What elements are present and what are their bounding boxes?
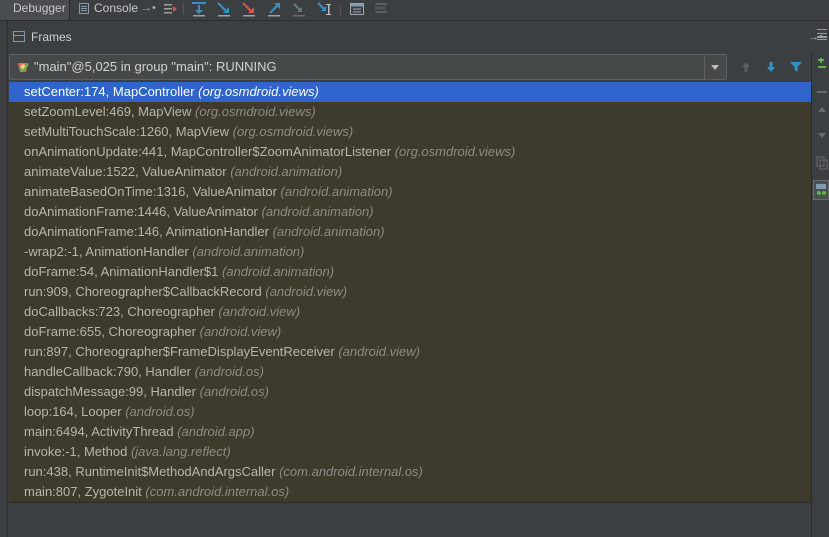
frame-package: (org.osmdroid.views) <box>198 84 319 99</box>
frame-row[interactable]: main:807, ZygoteInit (com.android.intern… <box>9 482 811 502</box>
frame-method: handleCallback:790, Handler <box>24 364 195 379</box>
arrow-up-icon[interactable] <box>738 58 754 76</box>
frame-method: setZoomLevel:469, MapView <box>24 104 196 119</box>
frame-package: (android.animation) <box>222 264 335 279</box>
frame-row[interactable]: doAnimationFrame:146, AnimationHandler (… <box>9 222 811 242</box>
frame-package: (android.animation) <box>280 184 393 199</box>
frame-method: invoke:-1, Method <box>24 444 131 459</box>
frame-method: main:807, ZygoteInit <box>24 484 146 499</box>
copy-icon[interactable] <box>816 155 828 174</box>
frames-list: setCenter:174, MapController (org.osmdro… <box>9 82 811 502</box>
frame-package: (android.os) <box>194 364 264 379</box>
frame-row[interactable]: doFrame:54, AnimationHandler$1 (android.… <box>9 262 811 282</box>
frame-package: (android.animation) <box>261 204 374 219</box>
frame-method: loop:164, Looper <box>24 404 126 419</box>
console-icon <box>79 3 89 14</box>
debug-toolbar: Debugger Console →• <box>0 0 829 21</box>
frame-method: doFrame:655, Choreographer <box>24 324 200 339</box>
filter-icon[interactable] <box>788 58 804 76</box>
thread-selector-value: "main"@5,025 in group "main": RUNNING <box>34 59 277 74</box>
frame-row[interactable]: animateBasedOnTime:1316, ValueAnimator (… <box>9 182 811 202</box>
frame-row[interactable]: setZoomLevel:469, MapView (org.osmdroid.… <box>9 102 811 122</box>
show-execution-point-icon[interactable] <box>162 1 178 17</box>
frame-row[interactable]: run:897, Choreographer$FrameDisplayEvent… <box>9 342 811 362</box>
frame-package: (org.osmdroid.views) <box>195 104 316 119</box>
frame-method: doAnimationFrame:146, AnimationHandler <box>24 224 273 239</box>
frame-method: doCallbacks:723, Choreographer <box>24 304 219 319</box>
frame-row[interactable]: animateValue:1522, ValueAnimator (androi… <box>9 162 811 182</box>
right-tool-strip <box>811 53 829 537</box>
tab-console-label: Console <box>94 1 139 15</box>
force-step-into-icon[interactable] <box>241 1 257 17</box>
frame-method: setMultiTouchScale:1260, MapView <box>24 124 233 139</box>
frame-package: (android.view) <box>265 284 348 299</box>
restore-layout-icon[interactable]: →• <box>141 0 156 17</box>
frame-method: doAnimationFrame:1446, ValueAnimator <box>24 204 262 219</box>
frame-package: (android.view) <box>338 344 420 359</box>
trace-current-stream-icon[interactable] <box>373 1 389 17</box>
frame-package: (org.osmdroid.views) <box>232 124 354 139</box>
frame-method: run:909, Choreographer$CallbackRecord <box>24 284 266 299</box>
frame-method: run:438, RuntimeInit$MethodAndArgsCaller <box>24 464 280 479</box>
frame-method: animateValue:1522, ValueAnimator <box>24 164 231 179</box>
frame-row[interactable]: run:909, Choreographer$CallbackRecord (a… <box>9 282 811 302</box>
step-over-icon[interactable] <box>191 1 207 17</box>
move-down-icon[interactable] <box>816 128 828 145</box>
frame-method: -wrap2:-1, AnimationHandler <box>24 244 193 259</box>
show-watches-icon[interactable] <box>813 180 829 203</box>
frame-method: doFrame:54, AnimationHandler$1 <box>24 264 223 279</box>
step-out-icon[interactable] <box>266 1 282 17</box>
evaluate-expression-icon[interactable] <box>349 1 365 17</box>
frame-method: animateBasedOnTime:1316, ValueAnimator <box>24 184 281 199</box>
frame-row[interactable]: loop:164, Looper (android.os) <box>9 402 811 422</box>
frame-row[interactable]: setMultiTouchScale:1260, MapView (org.os… <box>9 122 811 142</box>
frame-package: (java.lang.reflect) <box>130 444 231 459</box>
frame-method: setCenter:174, MapController <box>24 84 199 99</box>
move-up-icon[interactable] <box>816 105 828 122</box>
remove-watch-icon[interactable] <box>816 85 828 100</box>
frame-method: onAnimationUpdate:441, MapController$Zoo… <box>24 144 395 159</box>
frame-package: (android.view) <box>199 324 282 339</box>
frame-row[interactable]: main:6494, ActivityThread (android.app) <box>9 422 811 442</box>
frame-package: (org.osmdroid.views) <box>394 144 516 159</box>
frame-row[interactable]: handleCallback:790, Handler (android.os) <box>9 362 811 382</box>
frame-package: (android.app) <box>177 424 255 439</box>
frame-row[interactable]: run:438, RuntimeInit$MethodAndArgsCaller… <box>9 462 811 482</box>
frame-row[interactable]: dispatchMessage:99, Handler (android.os) <box>9 382 811 402</box>
frame-row[interactable]: -wrap2:-1, AnimationHandler (android.ani… <box>9 242 811 262</box>
frame-row[interactable]: setCenter:174, MapController (org.osmdro… <box>9 82 811 102</box>
add-watch-icon[interactable] <box>816 58 828 75</box>
frame-method: dispatchMessage:99, Handler <box>24 384 200 399</box>
arrow-down-icon[interactable] <box>763 58 779 76</box>
frame-package: (android.os) <box>199 384 269 399</box>
frames-panel-header: Frames →• <box>8 26 823 48</box>
left-tool-strip <box>0 21 8 537</box>
thread-bug-icon <box>16 60 30 77</box>
chevron-down-icon[interactable] <box>704 55 726 79</box>
frame-row[interactable]: onAnimationUpdate:441, MapController$Zoo… <box>9 142 811 162</box>
empty-bottom-pane <box>9 502 811 537</box>
frame-row[interactable]: doFrame:655, Choreographer (android.view… <box>9 322 811 342</box>
frame-package: (android.view) <box>218 304 301 319</box>
frame-row[interactable]: doCallbacks:723, Choreographer (android.… <box>9 302 811 322</box>
frame-package: (android.animation) <box>230 164 343 179</box>
frame-method: run:897, Choreographer$FrameDisplayEvent… <box>24 344 339 359</box>
frame-package: (android.os) <box>125 404 195 419</box>
frame-package: (com.android.internal.os) <box>145 484 290 499</box>
tab-debugger[interactable]: Debugger <box>0 0 70 20</box>
frame-row[interactable]: doAnimationFrame:1446, ValueAnimator (an… <box>9 202 811 222</box>
run-to-cursor-icon[interactable] <box>316 1 332 17</box>
drop-frame-icon[interactable] <box>291 1 307 17</box>
frame-method: main:6494, ActivityThread <box>24 424 178 439</box>
step-into-icon[interactable] <box>216 1 232 17</box>
frame-row[interactable]: invoke:-1, Method (java.lang.reflect) <box>9 442 811 462</box>
frame-package: (com.android.internal.os) <box>279 464 423 479</box>
thread-selector[interactable]: "main"@5,025 in group "main": RUNNING <box>9 54 727 80</box>
options-icon[interactable] <box>816 30 828 49</box>
frame-package: (android.animation) <box>272 224 385 239</box>
frame-package: (android.animation) <box>192 244 305 259</box>
frames-title: Frames <box>31 30 72 44</box>
frames-icon <box>13 31 25 42</box>
